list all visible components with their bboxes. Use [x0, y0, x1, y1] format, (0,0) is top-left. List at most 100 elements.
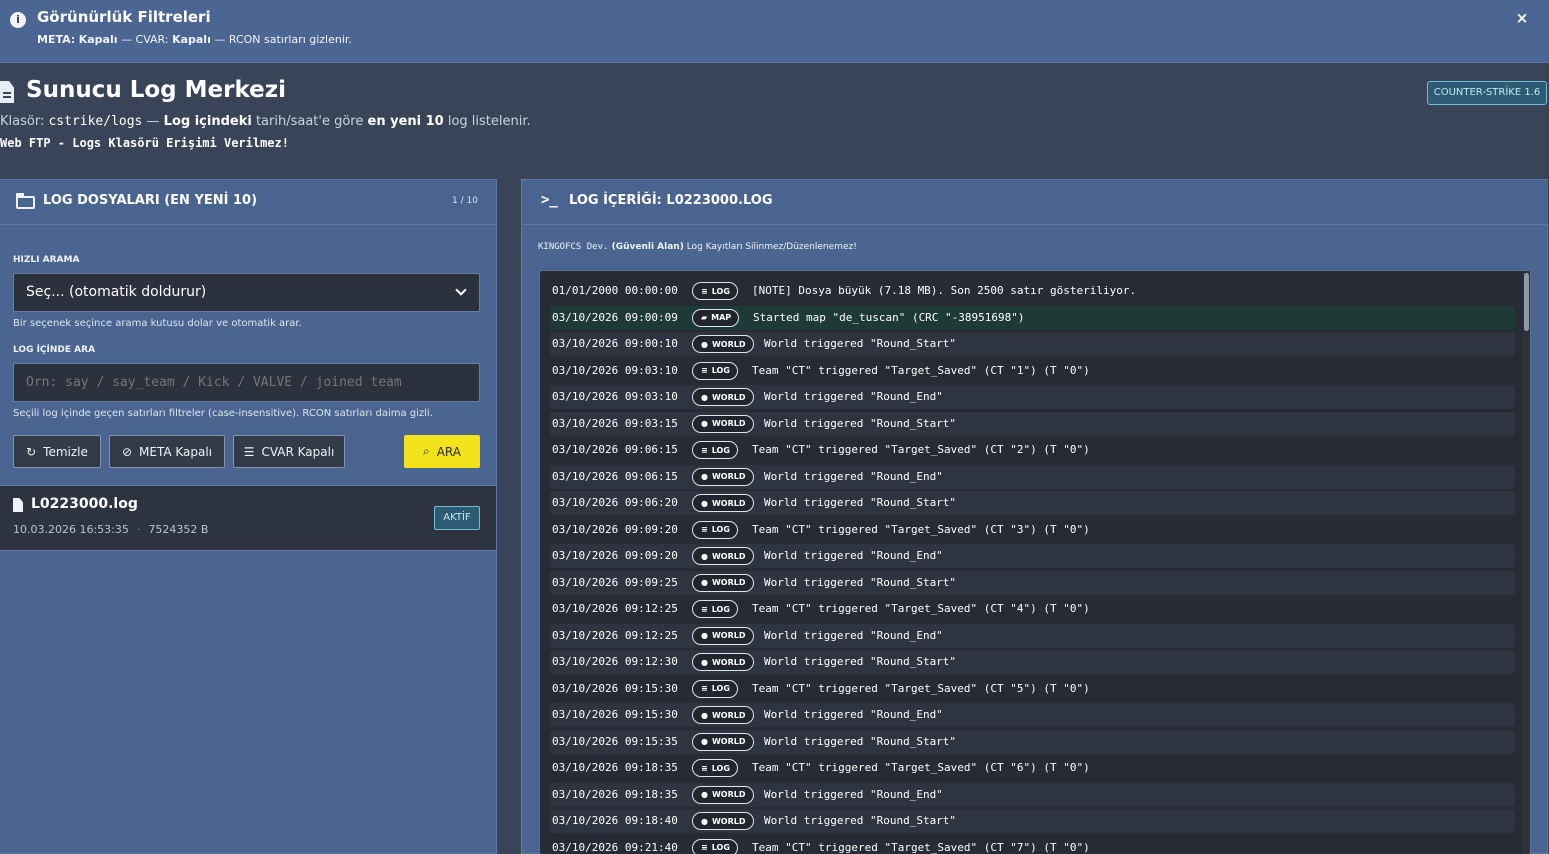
log-timestamp: 03/10/2026 09:18:35 — [552, 761, 678, 774]
log-row: 03/10/2026 09:15:30 ● WORLD World triggered… — [550, 703, 1515, 727]
log-row: 03/10/2026 09:12:25 ≡ LOG Team "CT" trigger… — [550, 597, 1515, 621]
note-bold: (Güvenli Alan) — [608, 242, 684, 252]
log-tag-badge: ≡ LOG — [692, 600, 738, 618]
log-tag-label: WORLD — [711, 578, 746, 587]
log-timestamp: 03/10/2026 09:15:30 — [552, 708, 678, 721]
log-message: World triggered "Round_End" — [764, 390, 943, 403]
log-file-date: 10.03.2026 16:53:35 — [13, 523, 129, 536]
list-icon: ≡ — [701, 843, 708, 852]
log-message: World triggered "Round_Start" — [764, 575, 957, 589]
log-tag-label: WORLD — [711, 657, 746, 667]
close-icon[interactable]: × — [1514, 9, 1530, 27]
log-files-panel: LOG DOSYALARI (EN YENİ 10) 1 / 10 HIZLI … — [0, 179, 497, 854]
log-timestamp: 03/10/2026 09:18:35 — [552, 787, 678, 801]
notice-text: META: Kapalı — CVAR: Kapalı — RCON satır… — [37, 33, 352, 46]
list-icon: ≡ — [701, 445, 708, 455]
note-rest: Log Kayıtları Silinmez/Düzenlenemez! — [683, 242, 857, 252]
globe-icon: ● — [701, 790, 708, 799]
log-row: 03/10/2026 09:09:25 ● WORLD World triggered… — [550, 570, 1515, 595]
log-timestamp: 03/10/2026 09:09:25 — [552, 575, 678, 589]
log-row: 03/10/2026 09:00:09 ▰ MAP Started map "de_t… — [550, 305, 1515, 330]
log-files-title: LOG DOSYALARI (EN YENİ 10) — [43, 193, 258, 208]
log-tag-badge: ● WORLD — [692, 388, 754, 406]
log-message: World triggered "Round_Start" — [764, 337, 957, 350]
log-message: World triggered "Round_Start" — [764, 655, 957, 668]
log-row: 03/10/2026 09:03:15 ● WORLD World triggered… — [550, 411, 1515, 436]
log-tag-label: WORLD — [711, 498, 746, 508]
log-timestamp: 03/10/2026 09:12:25 — [552, 602, 678, 615]
cvar-toggle-label: CVAR Kapalı — [261, 444, 335, 459]
subtitle-mid1: — — [142, 114, 164, 129]
globe-icon: ● — [701, 498, 708, 508]
scrollbar[interactable] — [1523, 271, 1530, 854]
log-timestamp: 03/10/2026 09:06:15 — [552, 469, 678, 483]
quick-search-label: HIZLI ARAMA — [13, 255, 80, 265]
subtitle-end: log listelenir. — [443, 114, 531, 129]
log-row: 03/10/2026 09:12:25 ● WORLD World triggered… — [550, 623, 1515, 648]
log-tag-label: LOG — [711, 525, 730, 534]
log-message: World triggered "Round_End" — [764, 628, 943, 642]
log-message: World triggered "Round_End" — [764, 469, 943, 483]
log-tag-label: LOG — [711, 763, 730, 773]
notice-rest: — RCON satırları gizlenir. — [210, 33, 352, 46]
search-button-label: ARA — [436, 444, 461, 459]
log-tag-badge: ● WORLD — [692, 706, 754, 724]
log-tag-label: WORLD — [711, 790, 746, 799]
log-file-meta: 10.03.2026 16:53:35 · 7524352 B — [13, 523, 208, 536]
log-tag-badge: ● WORLD — [692, 785, 754, 804]
log-file-item[interactable]: L0223000.log 10.03.2026 16:53:35 · 7524352… — [0, 485, 496, 551]
log-tag-badge: ≡ LOG — [692, 679, 738, 698]
log-row: 03/10/2026 09:09:20 ≡ LOG Team "CT" trigger… — [550, 518, 1515, 542]
notice-sep: — CVAR: — [117, 33, 173, 46]
log-tag-badge: ● WORLD — [692, 335, 754, 353]
log-file-size: 7524352 B — [148, 523, 209, 536]
globe-icon: ● — [701, 419, 708, 428]
log-tag-badge: ● WORLD — [692, 812, 754, 830]
globe-icon: ● — [701, 472, 708, 481]
search-button[interactable]: ⌕ ARA — [404, 435, 480, 468]
log-files-count: 1 / 10 — [452, 196, 478, 206]
log-timestamp: 03/10/2026 09:12:25 — [552, 628, 678, 642]
scrollbar-thumb[interactable] — [1524, 273, 1529, 331]
notice-cvar-state: Kapalı — [172, 33, 211, 46]
log-message: Team "CT" triggered "Target_Saved" (CT "… — [752, 522, 1090, 536]
log-content-panel: >_ LOG İÇERİĞİ: L0223000.LOG KINGOFCS De… — [521, 179, 1548, 854]
log-tag-badge: ≡ LOG — [692, 361, 738, 380]
log-timestamp: 03/10/2026 09:03:15 — [552, 416, 678, 430]
log-row: 03/10/2026 09:03:10 ≡ LOG Team "CT" trigger… — [550, 359, 1515, 383]
page-title: Sunucu Log Merkezi — [26, 77, 287, 103]
log-tag-label: LOG — [711, 366, 730, 375]
list-icon: ≡ — [701, 684, 708, 693]
subtitle-prefix: Klasör: — [0, 114, 49, 129]
visibility-filters-notice: i Görünürlük Filtreleri META: Kapalı — C… — [0, 0, 1549, 63]
log-viewer[interactable]: 01/01/2000 00:00:00 ≡ LOG [NOTE] Dosya büyü… — [539, 270, 1531, 854]
terminal-icon: >_ — [541, 192, 558, 208]
log-row: 03/10/2026 09:18:35 ≡ LOG Team "CT" trigger… — [550, 756, 1515, 780]
log-search-label: LOG İÇİNDE ARA — [13, 345, 96, 355]
globe-icon: ● — [701, 737, 708, 746]
globe-icon: ● — [701, 657, 708, 667]
globe-icon: ● — [701, 816, 708, 826]
log-message: World triggered "Round_End" — [764, 787, 943, 801]
meta-toggle-label: META Kapalı — [139, 444, 213, 459]
meta-toggle-button[interactable]: ⊘ META Kapalı — [109, 435, 225, 468]
log-tag-badge: ≡ LOG — [692, 520, 738, 539]
clear-button[interactable]: ↻ Temizle — [13, 435, 101, 468]
log-message: World triggered "Round_End" — [764, 708, 943, 721]
globe-icon: ● — [701, 392, 708, 402]
log-timestamp: 03/10/2026 09:21:40 — [552, 840, 678, 854]
list-icon: ≡ — [701, 763, 708, 773]
log-message: Team "CT" triggered "Target_Saved" (CT "… — [752, 681, 1090, 695]
log-tag-label: LOG — [711, 843, 730, 852]
log-message: World triggered "Round_Start" — [764, 416, 957, 430]
log-row: 01/01/2000 00:00:00 ≡ LOG [NOTE] Dosya büyü… — [550, 279, 1515, 303]
game-badge: COUNTER-STRİKE 1.6 — [1427, 81, 1547, 105]
clear-button-label: Temizle — [43, 444, 88, 459]
log-row: 03/10/2026 09:06:15 ≡ LOG Team "CT" trigger… — [550, 438, 1515, 462]
log-timestamp: 03/10/2026 09:00:09 — [552, 310, 678, 324]
log-message: World triggered "Round_Start" — [764, 814, 957, 827]
cvar-toggle-button[interactable]: ☰ CVAR Kapalı — [233, 435, 345, 468]
log-tag-label: LOG — [711, 604, 730, 614]
quick-search-select[interactable]: Seç... (otomatik doldurur) — [13, 273, 480, 312]
log-search-input[interactable] — [13, 363, 480, 402]
